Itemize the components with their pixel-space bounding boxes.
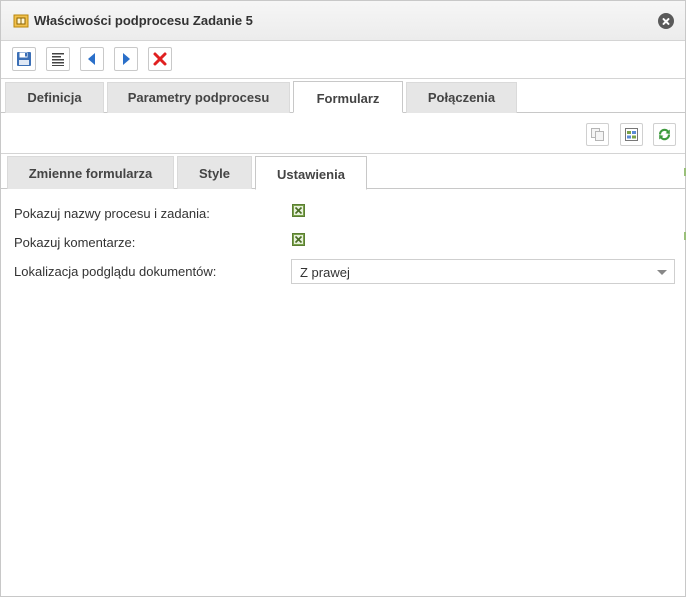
form-tabs: Zmienne formularza Style Ustawienia — [1, 154, 685, 190]
form-toolbar — [1, 114, 685, 154]
checkbox-check-icon — [294, 235, 303, 244]
tab-zmienne-formularza[interactable]: Zmienne formularza — [7, 156, 174, 189]
form-layout-button[interactable] — [620, 123, 643, 146]
tab-parametry-podprocesu[interactable]: Parametry podprocesu — [107, 82, 290, 113]
dialog-title: Właściwości podprocesu Zadanie 5 — [34, 13, 253, 28]
properties-dialog: Właściwości podprocesu Zadanie 5 Definic… — [0, 0, 686, 597]
show-comments-label: Pokazuj komentarze: — [14, 235, 136, 250]
copy-button[interactable] — [586, 123, 609, 146]
dialog-titlebar: Właściwości podprocesu Zadanie 5 — [1, 1, 685, 41]
doc-preview-label: Lokalizacja podglądu dokumentów: — [14, 264, 217, 279]
tab-polaczenia[interactable]: Połączenia — [406, 82, 517, 113]
refresh-button[interactable] — [653, 123, 676, 146]
properties-button[interactable] — [46, 47, 70, 71]
save-icon — [17, 52, 31, 66]
checkbox-check-icon — [294, 206, 303, 215]
arrow-left-icon — [88, 53, 95, 65]
next-button[interactable] — [114, 47, 138, 71]
close-icon[interactable] — [658, 13, 674, 29]
delete-icon — [153, 52, 167, 66]
show-names-checkbox[interactable] — [292, 204, 305, 217]
chevron-down-icon — [657, 270, 667, 275]
refresh-icon — [658, 128, 671, 141]
dialog-toolbar — [1, 42, 685, 79]
tab-formularz[interactable]: Formularz — [293, 81, 403, 113]
tab-definicja[interactable]: Definicja — [5, 82, 104, 113]
show-comments-checkbox[interactable] — [292, 233, 305, 246]
arrow-right-icon — [123, 53, 130, 65]
properties-icon — [52, 53, 64, 66]
delete-button[interactable] — [148, 47, 172, 71]
show-names-label: Pokazuj nazwy procesu i zadania: — [14, 206, 210, 221]
form-layout-icon — [625, 128, 638, 141]
subprocess-icon — [13, 13, 29, 29]
copy-icon — [591, 128, 604, 141]
main-tabs: Definicja Parametry podprocesu Formularz… — [1, 79, 685, 113]
save-button[interactable] — [12, 47, 36, 71]
doc-preview-select[interactable]: Z prawej — [291, 259, 675, 284]
tab-style[interactable]: Style — [177, 156, 252, 189]
doc-preview-value: Z prawej — [300, 265, 350, 280]
previous-button[interactable] — [80, 47, 104, 71]
tab-ustawienia[interactable]: Ustawienia — [255, 156, 367, 190]
